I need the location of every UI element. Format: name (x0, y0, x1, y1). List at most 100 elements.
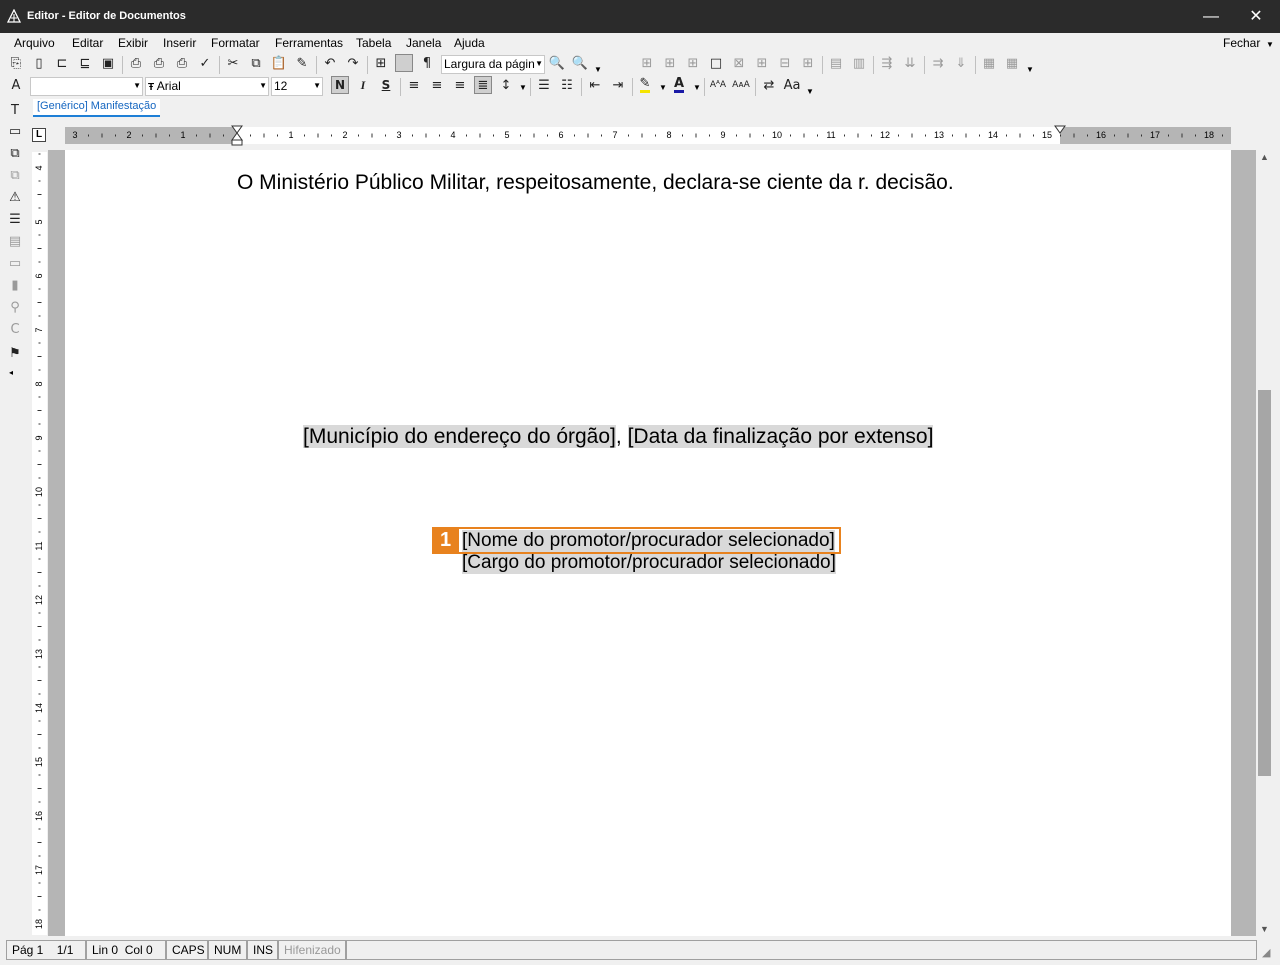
insert-table-icon[interactable]: ⊞ (372, 54, 390, 72)
menu-janela[interactable]: Janela (406, 36, 441, 50)
print-preview-icon[interactable]: ⎙ (150, 54, 168, 72)
style-select[interactable]: ▼ (30, 77, 143, 96)
table-properties-icon[interactable]: ▦ (980, 54, 998, 72)
new-document-icon[interactable]: ▯ (30, 54, 48, 72)
new-from-template-icon[interactable]: ⎘ (7, 54, 25, 72)
zoom-select[interactable]: Largura da págin ▼ (441, 55, 545, 74)
text-tool-icon[interactable]: T (6, 101, 24, 119)
print-setup-icon[interactable]: ⎙ (173, 54, 191, 72)
chevron-left-icon[interactable]: ◂ (9, 368, 13, 377)
underline-button[interactable]: S (377, 76, 395, 94)
font-color-icon[interactable]: A (670, 76, 688, 94)
field-municipio[interactable]: [Município do endereço do órgão] (303, 425, 616, 448)
paste-icon[interactable]: 📋 (270, 54, 288, 72)
open-recent-icon[interactable]: ⊑ (76, 54, 94, 72)
indent-marker-icon[interactable] (231, 125, 243, 146)
scroll-thumb[interactable] (1258, 390, 1271, 776)
show-formatting-marks-icon[interactable]: ¶ (418, 54, 436, 72)
align-left-icon[interactable]: ≡ (405, 76, 423, 94)
print-icon[interactable]: ⎙ (127, 54, 145, 72)
open-folder-icon[interactable]: ⊏ (53, 54, 71, 72)
redo-icon[interactable]: ↷ (344, 54, 362, 72)
split-cells-icon[interactable]: ▥ (850, 54, 868, 72)
cut-icon[interactable]: ✂ (224, 54, 242, 72)
menu-exibir[interactable]: Exibir (118, 36, 148, 50)
field-data-finalizacao[interactable]: [Data da finalização por extenso] (627, 425, 934, 448)
grow-font-icon[interactable]: AᴬA (709, 76, 727, 94)
zoom-in-icon[interactable]: 🔍 (571, 54, 589, 72)
chevron-down-icon[interactable]: ▼ (806, 87, 814, 96)
font-select[interactable]: Ŧ Arial ▼ (145, 77, 269, 96)
menu-editar[interactable]: Editar (72, 36, 103, 50)
change-case-icon[interactable]: Aa (783, 76, 801, 94)
close-window-button[interactable]: ✕ (1233, 0, 1279, 33)
insert-block-icon[interactable]: ⧉ (6, 144, 24, 162)
paint-icon[interactable]: ⚑ (6, 344, 24, 362)
insert-row-icon[interactable]: ⇊ (901, 54, 919, 72)
tab-generico-manifestacao[interactable]: [Genérico] Manifestação (33, 99, 161, 117)
find-replace-icon[interactable]: ⇄ (760, 76, 778, 94)
delete-row-icon[interactable]: ⇓ (952, 54, 970, 72)
decrease-indent-icon[interactable]: ⇤ (586, 76, 604, 94)
insert-field-icon[interactable]: ▭ (6, 122, 24, 140)
align-center-icon[interactable]: ≡ (428, 76, 446, 94)
table-inner-icon[interactable]: ⊞ (661, 54, 679, 72)
merge-cells-icon[interactable]: ▤ (827, 54, 845, 72)
italic-button[interactable]: I (354, 76, 372, 94)
show-grid-icon[interactable] (395, 54, 413, 72)
right-indent-marker-icon[interactable] (1054, 125, 1066, 135)
warning-icon[interactable]: ⚠ (6, 188, 24, 206)
numbered-list-icon[interactable]: ☷ (558, 76, 576, 94)
styles-icon[interactable]: A (7, 76, 25, 94)
date-line[interactable]: [Município do endereço do órgão], [Data … (303, 425, 934, 449)
table-borders-icon[interactable]: ⊞ (638, 54, 656, 72)
increase-indent-icon[interactable]: ⇥ (609, 76, 627, 94)
chevron-down-icon[interactable]: ▼ (659, 83, 667, 92)
table-vertical-icon[interactable]: ⊞ (753, 54, 771, 72)
delete-column-icon[interactable]: ⇉ (929, 54, 947, 72)
chevron-down-icon[interactable]: ▼ (594, 65, 602, 74)
field-cargo-promotor[interactable]: [Cargo do promotor/procurador selecionad… (462, 552, 836, 574)
shrink-font-icon[interactable]: AᴀA (732, 76, 750, 94)
spellcheck-icon[interactable]: ✓ (196, 54, 214, 72)
chevron-down-icon[interactable]: ▼ (1026, 65, 1034, 74)
zoom-out-icon[interactable]: 🔍 (548, 54, 566, 72)
resize-grip-icon[interactable]: ◢ (1262, 946, 1270, 959)
highlight-color-icon[interactable]: ✎ (636, 76, 654, 94)
tab-stop-selector[interactable]: L (32, 128, 46, 142)
table-horizontal-icon[interactable]: ⊟ (776, 54, 794, 72)
font-size-select[interactable]: 12 ▼ (271, 77, 323, 96)
menu-ferramentas[interactable]: Ferramentas (275, 36, 343, 50)
save-icon[interactable]: ▣ (99, 54, 117, 72)
menu-ajuda[interactable]: Ajuda (454, 36, 485, 50)
line-spacing-icon[interactable]: ↕ (497, 76, 515, 94)
copy-icon[interactable]: ⧉ (247, 54, 265, 72)
menu-formatar[interactable]: Formatar (211, 36, 260, 50)
document-paragraph[interactable]: O Ministério Público Militar, respeitosa… (237, 171, 954, 195)
align-justify-icon[interactable]: ≣ (474, 76, 492, 94)
menu-inserir[interactable]: Inserir (163, 36, 196, 50)
insert-column-icon[interactable]: ⇶ (878, 54, 896, 72)
align-right-icon[interactable]: ≡ (451, 76, 469, 94)
table-diagonal-icon[interactable]: ⊠ (730, 54, 748, 72)
menu-arquivo[interactable]: Arquivo (14, 36, 55, 50)
scroll-down-icon[interactable]: ▼ (1260, 924, 1269, 934)
table-cross-icon[interactable]: ⊞ (684, 54, 702, 72)
horizontal-ruler[interactable]: 3 2 1 1 2 3 4 5 6 7 8 9 10 11 12 13 14 15 16 17 18 (65, 125, 1231, 146)
chevron-down-icon[interactable]: ▼ (519, 83, 527, 92)
table-outer-border-icon[interactable]: □ (707, 54, 725, 72)
scroll-up-icon[interactable]: ▲ (1260, 152, 1269, 162)
close-document-button[interactable]: Fechar (1223, 36, 1260, 50)
table-bottom-border-icon[interactable]: ⊞ (799, 54, 817, 72)
vertical-scrollbar[interactable]: ▲ ▼ (1256, 150, 1273, 936)
chevron-down-icon[interactable]: ▼ (1266, 40, 1274, 49)
table-autoformat-icon[interactable]: ▦ (1003, 54, 1021, 72)
bullet-list-icon[interactable]: ☰ (535, 76, 553, 94)
list-document-icon[interactable]: ☰ (6, 210, 24, 228)
chevron-down-icon[interactable]: ▼ (693, 83, 701, 92)
minimize-button[interactable]: — (1188, 0, 1234, 33)
bold-button[interactable]: N (331, 76, 349, 94)
format-painter-icon[interactable]: ✎ (293, 54, 311, 72)
undo-icon[interactable]: ↶ (321, 54, 339, 72)
menu-tabela[interactable]: Tabela (356, 36, 391, 50)
